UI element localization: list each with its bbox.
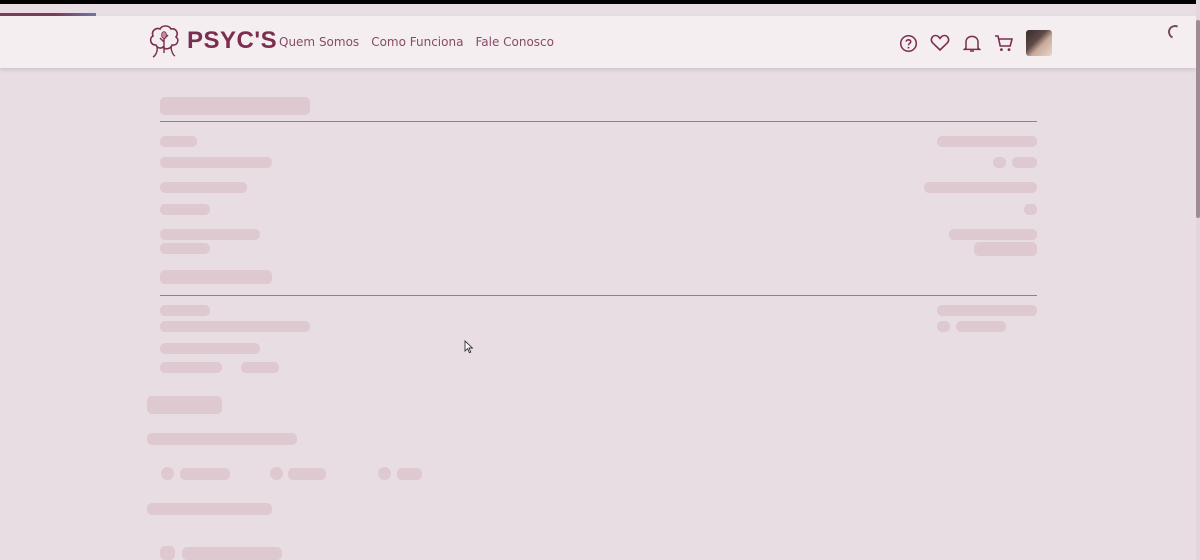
skeleton-line	[180, 468, 230, 480]
divider	[160, 121, 1037, 122]
main-nav: Quem Somos Como Funciona Fale Conosco	[279, 35, 554, 49]
skeleton-line	[160, 136, 197, 147]
skeleton-radio	[378, 467, 391, 480]
header-actions	[898, 30, 1052, 56]
heart-icon[interactable]	[930, 33, 950, 53]
skeleton-line	[974, 242, 1037, 256]
skeleton-line	[160, 204, 210, 215]
skeleton-line	[160, 321, 310, 332]
brand-name: PSYC'S	[187, 27, 278, 54]
skeleton-line	[160, 270, 272, 284]
skeleton-line	[182, 547, 282, 560]
skeleton-line	[160, 362, 222, 373]
skeleton-line	[147, 503, 272, 515]
skeleton-line	[937, 305, 1037, 316]
skeleton-line	[937, 136, 1037, 147]
brain-tree-logo-icon	[149, 25, 179, 58]
skeleton-radio	[161, 467, 174, 480]
skeleton-line	[924, 182, 1037, 193]
skeleton-line	[288, 468, 326, 480]
nav-como-funciona[interactable]: Como Funciona	[371, 35, 463, 49]
skeleton-line	[241, 362, 279, 373]
top-edge	[0, 0, 1200, 4]
bell-icon[interactable]	[962, 33, 982, 53]
skeleton-radio	[270, 467, 283, 480]
skeleton-line	[160, 305, 210, 316]
scrollbar-thumb[interactable]	[1196, 20, 1200, 218]
skeleton-line	[160, 229, 260, 240]
skeleton-line	[937, 321, 950, 332]
skeleton-line	[993, 157, 1006, 168]
skeleton-line	[397, 468, 422, 480]
skeleton-line	[956, 321, 1006, 332]
skeleton-line	[1024, 204, 1037, 215]
skeleton-title	[160, 97, 310, 115]
skeleton-line	[160, 243, 210, 254]
user-avatar[interactable]	[1026, 30, 1052, 56]
top-header: PSYC'S Quem Somos Como Funciona Fale Con…	[0, 16, 1196, 68]
help-icon[interactable]	[898, 33, 918, 53]
skeleton-line	[160, 157, 272, 168]
divider	[160, 295, 1037, 296]
skeleton-line	[949, 229, 1037, 240]
skeleton-line	[160, 182, 247, 193]
skeleton-line	[160, 343, 260, 354]
skeleton-checkbox	[160, 546, 175, 560]
nav-quem-somos[interactable]: Quem Somos	[279, 35, 359, 49]
skeleton-line	[147, 433, 297, 445]
brand-logo[interactable]: PSYC'S	[147, 23, 277, 59]
mouse-cursor-icon	[464, 340, 474, 354]
nav-fale-conosco[interactable]: Fale Conosco	[475, 35, 554, 49]
skeleton-line	[1012, 157, 1037, 168]
skeleton-heading	[147, 396, 222, 414]
cart-icon[interactable]	[994, 33, 1014, 53]
page-scrollbar[interactable]	[1196, 0, 1200, 560]
